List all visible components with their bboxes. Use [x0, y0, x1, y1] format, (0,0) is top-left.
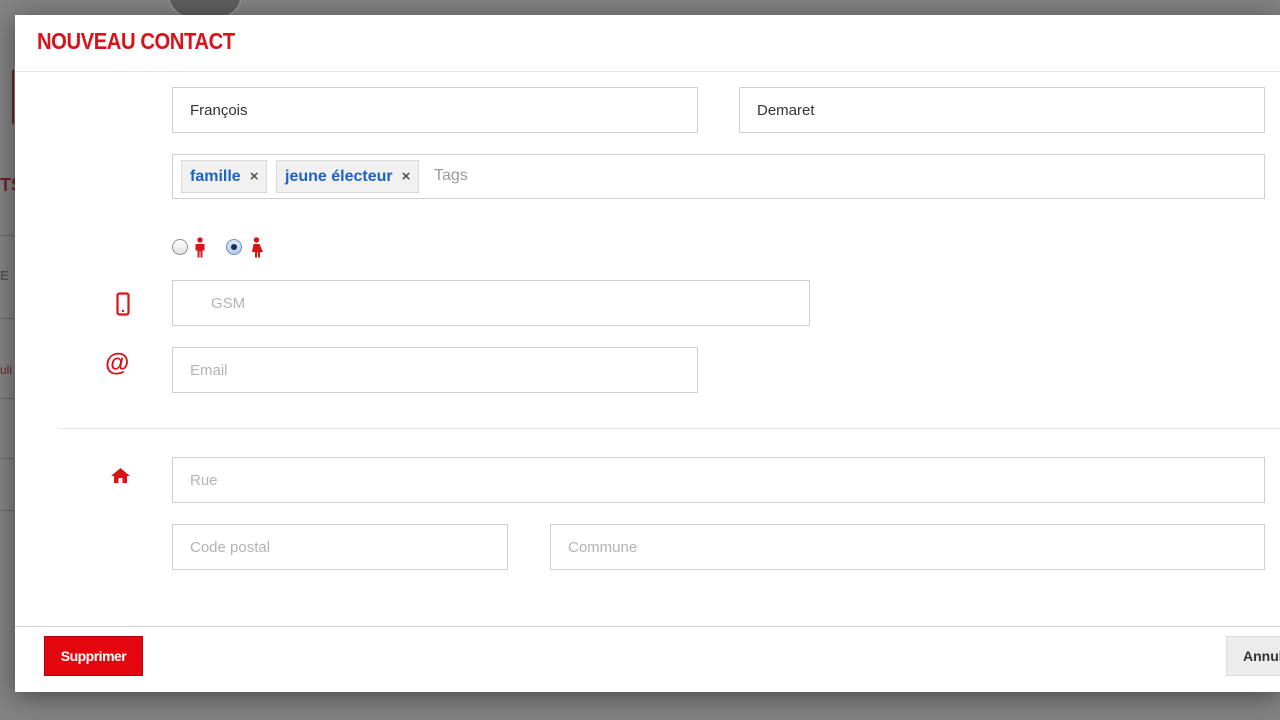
background-divider [0, 235, 14, 236]
background-column-label: E [0, 268, 9, 283]
background-divider [0, 510, 14, 511]
remove-tag-icon[interactable]: × [402, 168, 411, 185]
email-input[interactable] [172, 347, 698, 393]
remove-tag-icon[interactable]: × [250, 168, 259, 185]
tag-chip: jeune électeur × [276, 160, 420, 193]
last-name-input[interactable] [739, 87, 1265, 133]
gender-male-radio[interactable] [172, 239, 188, 255]
postal-code-input[interactable] [172, 524, 508, 570]
background-divider [0, 318, 14, 319]
background-divider [0, 458, 14, 459]
modal-title: NOUVEAU CONTACT [37, 28, 235, 54]
background-divider [0, 398, 14, 399]
cancel-button[interactable]: Annuler [1226, 636, 1280, 676]
background-row-text: uli [0, 363, 13, 377]
modal-footer-divider [15, 626, 1280, 627]
at-sign-icon: @ [105, 349, 130, 377]
first-name-input[interactable] [172, 87, 698, 133]
tag-label: jeune électeur [285, 167, 393, 185]
sidebar-accent [12, 70, 14, 124]
male-icon [195, 237, 205, 258]
tag-chip: famille × [181, 160, 268, 193]
tags-placeholder: Tags [434, 167, 468, 184]
female-icon [252, 237, 263, 258]
gender-female-radio[interactable] [226, 239, 242, 255]
new-contact-modal: NOUVEAU CONTACT famille × jeune électeur… [15, 15, 1280, 692]
mobile-phone-icon [116, 292, 130, 316]
tag-label: famille [190, 167, 241, 185]
street-input[interactable] [172, 457, 1265, 503]
modal-header: NOUVEAU CONTACT [15, 15, 1280, 72]
gsm-input[interactable] [172, 280, 810, 326]
tags-input[interactable]: famille × jeune électeur × Tags [172, 154, 1265, 199]
city-input[interactable] [550, 524, 1265, 570]
delete-button[interactable]: Supprimer [44, 636, 143, 676]
section-divider [58, 428, 1280, 429]
home-icon [111, 468, 130, 483]
